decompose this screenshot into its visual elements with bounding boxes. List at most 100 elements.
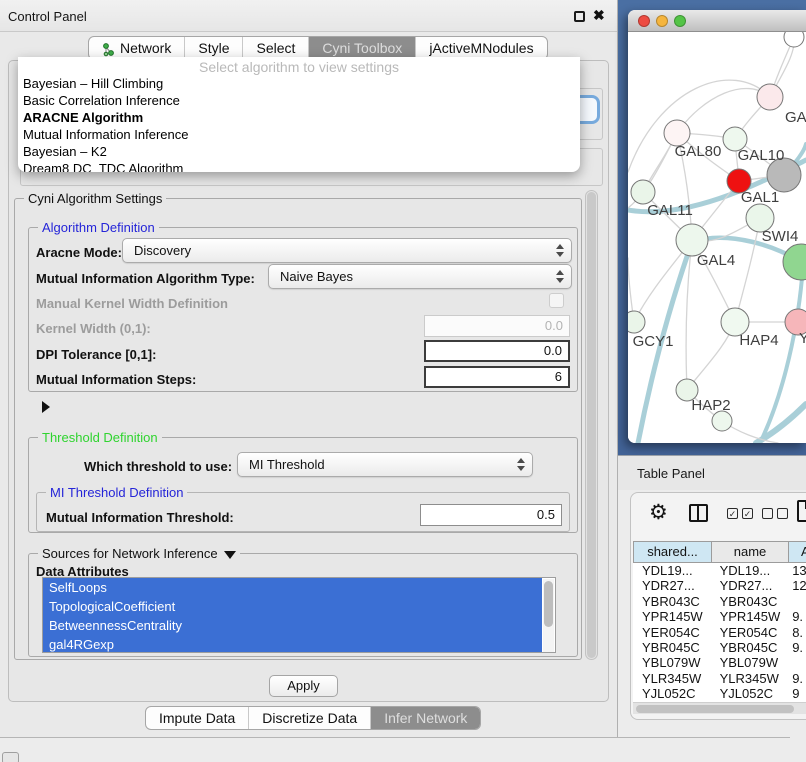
dropdown-item-dream8-dc-tdc-algorithm[interactable]: Dream8 DC_TDC Algorithm (18, 160, 580, 172)
aracne-mode-value: Discovery (134, 243, 191, 258)
table-row[interactable]: YDR27...YDR27...12 (633, 578, 806, 593)
tab-cyni-toolbox[interactable]: Cyni Toolbox (309, 37, 416, 59)
tab-network[interactable]: Network (89, 37, 185, 59)
table-row[interactable]: YBL079WYBL079W (633, 655, 806, 670)
tab-impute-data[interactable]: Impute Data (146, 707, 249, 729)
table-row[interactable]: YJL052CYJL052C9 (633, 686, 806, 701)
combo-arrows-icon (556, 270, 564, 283)
tab-label: Impute Data (159, 707, 235, 730)
panel-bottom-border (0, 737, 790, 738)
algorithm-dropdown-items: Bayesian – Hill ClimbingBasic Correlatio… (18, 75, 580, 172)
tab-style[interactable]: Style (185, 37, 243, 59)
which-threshold-combo[interactable]: MI Threshold (237, 452, 533, 477)
collapsed-panel-button[interactable] (2, 752, 19, 762)
settings-scrollbar[interactable] (585, 190, 598, 660)
algorithm-dropdown: Select algorithm to view settings Bayesi… (18, 57, 580, 172)
network-node-unlabeled[interactable] (712, 411, 732, 431)
table-cell: YBR043C (711, 594, 788, 609)
tab-jactivemnodules[interactable]: jActiveMNodules (416, 37, 546, 59)
column-header-a[interactable]: A (788, 541, 806, 563)
network-node-gcy1[interactable] (628, 311, 645, 333)
tab-discretize-data[interactable]: Discretize Data (249, 707, 371, 729)
table-cell: YPR145W (633, 609, 711, 624)
node-label-swi4: SWI4 (762, 228, 799, 245)
mac-minimize-icon[interactable] (656, 15, 668, 27)
page-icon[interactable] (797, 500, 806, 522)
algorithm-dropdown-placeholder: Select algorithm to view settings (18, 59, 580, 75)
mi-steps-input[interactable]: 6 (424, 366, 570, 388)
table-row[interactable]: YDL19...YDL19...13 (633, 563, 806, 578)
dpi-tolerance-input[interactable]: 0.0 (424, 340, 570, 362)
network-icon (102, 41, 115, 55)
table-cell: 13 (787, 563, 806, 578)
network-window-titlebar[interactable] (628, 10, 806, 32)
dropdown-item-bayesian-hill-climbing[interactable]: Bayesian – Hill Climbing (18, 75, 580, 92)
aracne-mode-label: Aracne Mode: (36, 245, 122, 260)
network-node-gal11[interactable] (631, 180, 655, 204)
table-row[interactable]: YBR045CYBR045C9. (633, 640, 806, 655)
network-node-gal[interactable] (757, 84, 783, 110)
control-panel-titlebar: Control Panel ✖ (0, 0, 617, 32)
table-cell: 9 (787, 686, 806, 701)
attribute-item-selfloops[interactable]: SelfLoops (43, 578, 542, 597)
dropdown-item-aracne-algorithm[interactable]: ARACNE Algorithm (18, 109, 580, 126)
hub-expander[interactable] (34, 399, 50, 415)
table-cell: YDL19... (711, 563, 788, 578)
table-cell: YER054C (633, 625, 711, 640)
unchecked-checkbox-icon[interactable] (762, 508, 773, 519)
column-header-shared[interactable]: shared... (633, 541, 711, 563)
list-scrollbar-thumb[interactable] (544, 581, 553, 627)
table-row[interactable]: YER054CYER054C8. (633, 625, 806, 640)
gear-icon[interactable]: ⚙ (649, 500, 668, 525)
mac-zoom-icon[interactable] (674, 15, 686, 27)
table-row[interactable]: YLR345WYLR345W9. (633, 671, 806, 686)
aracne-mode-combo[interactable]: Discovery (122, 238, 572, 263)
table-cell: YJL052C (711, 686, 788, 701)
attribute-item-betweennesscentrality[interactable]: BetweennessCentrality (43, 616, 542, 635)
checked-checkbox-icon[interactable]: ✓ (727, 508, 738, 519)
tab-select[interactable]: Select (243, 37, 309, 59)
table-cell: YLR345W (633, 671, 711, 686)
mac-close-icon[interactable] (638, 15, 650, 27)
node-label-gal11: GAL11 (647, 202, 693, 219)
table-row[interactable]: YPR145WYPR145W9. (633, 609, 806, 624)
close-icon[interactable]: ✖ (593, 7, 605, 24)
dropdown-item-bayesian-k2[interactable]: Bayesian – K2 (18, 143, 580, 160)
list-scrollbar[interactable] (543, 579, 554, 652)
collapse-arrow-icon[interactable] (224, 551, 236, 559)
dpi-tolerance-label: DPI Tolerance [0,1]: (36, 347, 156, 362)
kernel-width-input[interactable]: 0.0 (424, 315, 570, 337)
network-canvas[interactable]: GALGAL80GAL10GAL1GAL11SWI4GAL4GCY1HAP4YH… (628, 32, 806, 443)
attribute-item-gal4rgexp[interactable]: gal4RGexp (43, 635, 542, 653)
checked-checkbox-icon[interactable]: ✓ (742, 508, 753, 519)
table-cell: 12 (787, 578, 806, 593)
settings-scrollbar-thumb[interactable] (587, 192, 596, 658)
combo-arrows-icon (517, 458, 525, 471)
dropdown-item-basic-correlation-inference[interactable]: Basic Correlation Inference (18, 92, 580, 109)
table-cell: YBR045C (711, 640, 788, 655)
network-node-unlabeled[interactable] (784, 32, 804, 47)
table-h-scrollbar-thumb[interactable] (636, 705, 794, 713)
algorithm-definition-title: Algorithm Definition (38, 220, 159, 235)
tab-infer-network[interactable]: Infer Network (371, 707, 480, 729)
mi-type-combo[interactable]: Naive Bayes (268, 264, 572, 289)
node-label-hap4: HAP4 (739, 332, 778, 349)
mi-threshold-label: Mutual Information Threshold: (46, 510, 234, 525)
mi-threshold-input[interactable]: 0.5 (420, 504, 562, 526)
manual-kernel-checkbox[interactable] (549, 293, 564, 308)
network-node-unlabeled[interactable] (783, 244, 806, 280)
table-h-scrollbar[interactable] (633, 702, 806, 714)
column-header-name[interactable]: name (711, 541, 788, 563)
table-cell: YBR045C (633, 640, 711, 655)
table-row[interactable]: YBR043CYBR043C (633, 594, 806, 609)
unchecked-checkbox-icon[interactable] (777, 508, 788, 519)
apply-button[interactable]: Apply (269, 675, 338, 697)
split-columns-icon[interactable] (689, 504, 708, 522)
network-view-window: GALGAL80GAL10GAL1GAL11SWI4GAL4GCY1HAP4YH… (628, 10, 806, 443)
table-cell: YJL052C (633, 686, 711, 701)
float-window-icon[interactable] (574, 11, 585, 22)
dropdown-item-mutual-information-inference[interactable]: Mutual Information Inference (18, 126, 580, 143)
table-panel-card: ⚙ ✓ ✓ shared...nameA YDL19...YDL19...13Y… (630, 492, 806, 720)
attribute-item-topologicalcoefficient[interactable]: TopologicalCoefficient (43, 597, 542, 616)
kernel-width-label: Kernel Width (0,1): (36, 321, 151, 336)
